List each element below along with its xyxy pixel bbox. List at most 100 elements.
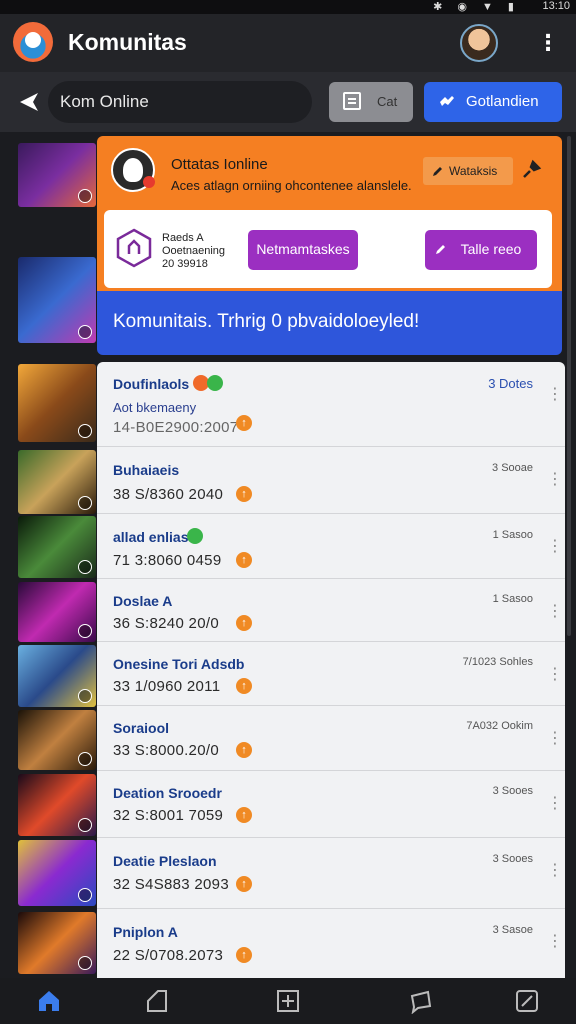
game-thumbnail[interactable] (18, 516, 96, 578)
back-icon[interactable] (18, 90, 42, 114)
members-button[interactable]: Netmamtaskes (248, 230, 358, 270)
join-button[interactable]: Gotlandien (424, 82, 562, 122)
sync-icon (78, 888, 92, 902)
status-time: 13:10 (542, 0, 570, 12)
sync-icon (78, 818, 92, 832)
item-more-icon[interactable]: ⋮ (547, 796, 563, 812)
game-thumbnail[interactable] (18, 450, 96, 514)
featured-subtitle: Aces atlagn orniing ohcontenee alanslele… (171, 178, 412, 193)
members-button-label: Netmamtaskes (256, 241, 350, 257)
item-count: 22 S/0708.2073 (113, 947, 224, 964)
item-more-icon[interactable]: ⋮ (547, 604, 563, 620)
sync-icon (78, 189, 92, 203)
item-time: 3 Dotes (488, 376, 533, 391)
item-time: 3 Sooae (492, 462, 533, 474)
list-item[interactable]: Soraiool 33 S:8000.20/0 7A032 Ookim ⋮ (97, 706, 565, 771)
item-more-icon[interactable]: ⋮ (547, 667, 563, 683)
item-name: Buhaiaeis (113, 462, 180, 478)
list-item[interactable]: Deation Srooedr 32 S:8001 7059 3 Sooes ⋮ (97, 771, 565, 838)
sync-icon (78, 689, 92, 703)
game-thumbnail[interactable] (18, 774, 96, 836)
app-title: Komunitas (68, 29, 187, 55)
item-name: Soraiool (113, 720, 170, 736)
item-count: 36 S:8240 20/0 (113, 615, 219, 632)
coin-icon (236, 415, 252, 431)
list-item[interactable]: Doufinlaols Aot bkemaeny 14-B0E2900:2007… (97, 362, 565, 447)
item-more-icon[interactable]: ⋮ (547, 731, 563, 747)
welcome-banner[interactable]: Komunitais. Trhrig 0 pbvaidoloeyled! (97, 291, 562, 355)
game-thumbnail[interactable] (18, 912, 96, 974)
edit-button[interactable]: Wataksis (423, 157, 513, 185)
item-time: 3 Sooes (492, 853, 533, 865)
featured-title: Ottatas Ionline (171, 156, 268, 173)
messages-icon[interactable] (408, 988, 434, 1014)
item-more-icon[interactable]: ⋮ (547, 934, 563, 950)
coin-icon (236, 807, 252, 823)
list-item[interactable]: Onesine Tori Adsdb 33 1/0960 2011 7/1023… (97, 642, 565, 706)
sync-icon (78, 752, 92, 766)
scrollbar[interactable] (567, 136, 571, 636)
game-thumbnail[interactable] (18, 257, 96, 343)
coin-icon (236, 876, 252, 892)
item-time: 3 Sasoe (492, 924, 533, 936)
bottom-navigation (0, 978, 576, 1024)
category-button[interactable]: Cat (329, 82, 413, 122)
join-button-label: Gotlandien (466, 93, 539, 110)
list-icon (343, 92, 361, 110)
pencil-icon (433, 167, 442, 176)
list-item[interactable]: Buhaiaeis 38 S/8360 2040 3 Sooae ⋮ (97, 447, 565, 514)
coin-icon (236, 947, 252, 963)
profile-icon[interactable] (514, 988, 540, 1014)
item-more-icon[interactable]: ⋮ (547, 539, 563, 555)
item-name: allad enlias (113, 529, 189, 545)
item-time: 1 Sasoo (492, 593, 533, 605)
list-item[interactable]: Doslae A 36 S:8240 20/0 1 Sasoo ⋮ (97, 579, 565, 642)
item-time: 3 Sooes (492, 785, 533, 797)
shield-icon (116, 228, 152, 268)
item-subtitle: Aot bkemaeny (113, 400, 197, 415)
game-thumbnail[interactable] (18, 840, 96, 906)
sync-icon (78, 956, 92, 970)
sync-icon (78, 424, 92, 438)
handshake-icon (440, 96, 454, 106)
status-icons: ✱ ◉ ▼ ▮ (433, 1, 520, 13)
item-time: 7/1023 Sohles (462, 656, 533, 668)
search-input-value: Kom Online (60, 92, 149, 111)
game-thumbnail[interactable] (18, 143, 96, 207)
explore-icon[interactable] (144, 988, 170, 1014)
coin-icon (236, 486, 252, 502)
more-menu-button[interactable]: ⋮ (536, 28, 560, 58)
item-more-icon[interactable]: ⋮ (547, 387, 563, 403)
app-logo (13, 22, 53, 62)
list-item[interactable]: allad enlias 71 3:8060 0459 1 Sasoo ⋮ (97, 514, 565, 579)
featured-panel: Raeds A Ooetnaening 20 39918 Netmamtaske… (104, 210, 552, 288)
create-icon[interactable] (275, 988, 301, 1014)
verified-icon (187, 528, 203, 544)
game-thumbnail[interactable] (18, 582, 96, 642)
game-thumbnail[interactable] (18, 364, 96, 442)
home-icon[interactable] (36, 988, 62, 1014)
list-item[interactable]: Deatie Pleslaon 32 S4S883 2093 3 Sooes ⋮ (97, 838, 565, 909)
item-more-icon[interactable]: ⋮ (547, 472, 563, 488)
game-thumbnail[interactable] (18, 710, 96, 770)
pin-icon[interactable] (521, 158, 543, 180)
list-item[interactable]: Pniplon A 22 S/0708.2073 3 Sasoe ⋮ (97, 909, 565, 978)
write-post-button-label: Talle reeo (460, 241, 522, 257)
write-post-button[interactable]: Talle reeo (425, 230, 537, 270)
game-thumbnail[interactable] (18, 645, 96, 707)
item-more-icon[interactable]: ⋮ (547, 863, 563, 879)
app-bar: Komunitas ⋮ (0, 14, 576, 72)
item-name: Deation Srooedr (113, 785, 222, 801)
item-name: Deatie Pleslaon (113, 853, 217, 869)
item-name: Doslae A (113, 593, 173, 609)
sync-icon (78, 560, 92, 574)
item-count: 32 S:8001 7059 (113, 807, 224, 824)
sync-icon (78, 496, 92, 510)
edit-button-label: Wataksis (449, 164, 498, 178)
community-list: Doufinlaols Aot bkemaeny 14-B0E2900:2007… (97, 362, 565, 978)
check-badge-icon (207, 375, 223, 391)
panel-info-line-2: Ooetnaening (162, 245, 225, 257)
search-input[interactable]: Kom Online (48, 81, 312, 123)
avatar[interactable] (460, 24, 498, 62)
item-name: Pniplon A (113, 924, 178, 940)
